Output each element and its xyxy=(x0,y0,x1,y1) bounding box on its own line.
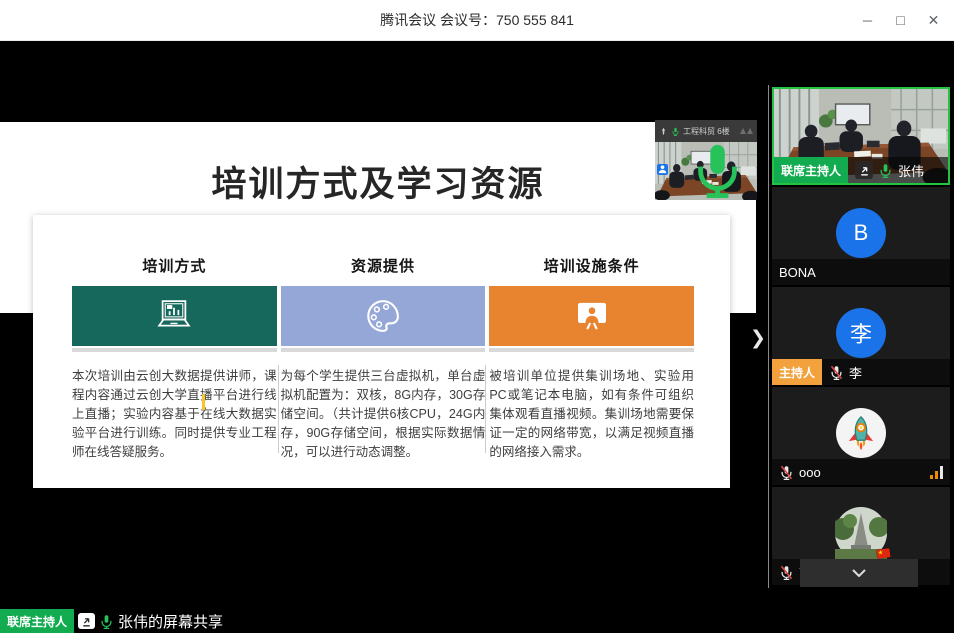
minimize-button[interactable]: ─ xyxy=(851,0,884,40)
participant-name: ooo xyxy=(799,465,821,480)
text-cursor xyxy=(202,394,205,410)
column-divider xyxy=(485,365,486,453)
participants-sidebar: 联席主持人 张伟 B BONA 李 xyxy=(772,87,950,587)
cohost-badge: 联席主持人 xyxy=(774,157,848,183)
slide-title: 培训方式及学习资源 xyxy=(0,156,756,207)
window-title: 腾讯会议 会议号：750 555 841 xyxy=(380,10,574,30)
column-underline xyxy=(281,348,486,352)
mic-muted-icon xyxy=(829,365,844,380)
slide-content-card: 培训方式 本次培训由云创大数据提供讲师，课程内容通过云创大学直播平台进行线上直播… xyxy=(33,215,730,488)
mic-on-icon xyxy=(671,127,680,136)
floating-video-badges: 张伟 xyxy=(657,142,757,198)
window-controls: ─ □ ✕ xyxy=(851,0,950,40)
column-text: 被培训单位提供集训场地、实验用PC或笔记本电脑，如有条件可组织集体观看直播视频。… xyxy=(489,367,694,462)
monitor-person-icon xyxy=(489,286,694,346)
floating-video-feed: 张伟 xyxy=(655,142,757,200)
palette-icon xyxy=(281,286,486,346)
screen-share-icon xyxy=(855,161,873,179)
column-header: 培训方式 xyxy=(72,255,277,275)
column-divider xyxy=(278,365,279,453)
column-header: 资源提供 xyxy=(281,255,486,275)
participant-tile[interactable]: ooo xyxy=(772,387,950,485)
participant-namebar: 联席主持人 张伟 xyxy=(774,157,948,183)
chevron-down-icon xyxy=(851,569,867,577)
column-text: 本次培训由云创大数据提供讲师，课程内容通过云创大学直播平台进行线上直播；实验内容… xyxy=(72,367,277,462)
avatar: 李 xyxy=(836,308,886,358)
sidebar-divider xyxy=(768,85,769,588)
rocket-icon xyxy=(843,415,879,451)
person-badge-icon xyxy=(657,164,668,175)
participant-name: 李 xyxy=(849,363,862,382)
collapse-sidebar-button[interactable] xyxy=(800,559,918,587)
share-status-label: 张伟的屏幕共享 xyxy=(118,611,223,632)
avatar: B xyxy=(836,208,886,258)
floating-video-header[interactable]: 工程科贸 6楼 xyxy=(655,120,757,142)
column-facility: 培训设施条件 被培训单位提供集训场地、实验用PC或笔记本电脑，如有条件可组织集体… xyxy=(489,255,694,462)
cohost-badge: 联席主持人 xyxy=(0,609,74,633)
participant-tile[interactable]: B BONA xyxy=(772,187,950,285)
maximize-button[interactable]: □ xyxy=(884,0,917,40)
participant-name: 张伟 xyxy=(898,161,924,180)
mic-muted-icon xyxy=(779,465,794,480)
next-slide-arrow-icon[interactable]: ❯ xyxy=(746,322,770,354)
window-titlebar: 腾讯会议 会议号：750 555 841 ─ □ ✕ xyxy=(0,0,954,41)
participant-namebar: 主持人 李 xyxy=(772,359,950,385)
column-text: 为每个学生提供三台虚拟机，单台虚拟机配置为：双核，8G内存，30G存储空间。（共… xyxy=(281,367,486,462)
avatar-rocket xyxy=(836,408,886,458)
column-header: 培训设施条件 xyxy=(489,255,694,275)
screen-share-icon xyxy=(78,613,95,629)
participant-tile[interactable]: 李 主持人 李 xyxy=(772,287,950,385)
column-underline xyxy=(489,348,694,352)
participant-namebar: BONA xyxy=(772,259,950,285)
participant-tile-video[interactable]: 联席主持人 张伟 xyxy=(772,87,950,185)
mic-on-icon xyxy=(878,163,893,178)
screen-share-indicator: 联席主持人 张伟的屏幕共享 xyxy=(0,609,227,633)
mic-on-icon xyxy=(99,614,114,629)
floating-video-window[interactable]: 工程科贸 6楼 张伟 xyxy=(655,120,757,200)
pin-icon xyxy=(659,127,668,136)
mic-on-icon xyxy=(670,142,757,198)
column-underline xyxy=(72,348,277,352)
china-flag-icon: ★ xyxy=(876,548,890,559)
laptop-chart-icon xyxy=(72,286,277,346)
participant-name: BONA xyxy=(779,265,816,280)
participant-namebar: ooo xyxy=(772,459,950,485)
network-signal-icon xyxy=(930,466,943,479)
close-button[interactable]: ✕ xyxy=(917,0,950,40)
expand-handle-icon[interactable] xyxy=(740,128,753,134)
column-resources: 资源提供 为每个学生提供三台虚拟机，单台虚拟机配置为：双核，8G内存，30G存储… xyxy=(281,255,486,462)
mic-muted-icon xyxy=(779,565,794,580)
host-badge: 主持人 xyxy=(772,359,822,385)
tencent-meeting-window: 腾讯会议 会议号：750 555 841 ─ □ ✕ 培训方式及学习资源 培训方… xyxy=(0,0,954,633)
avatar-photo: ★ xyxy=(835,507,887,559)
column-training-method: 培训方式 本次培训由云创大数据提供讲师，课程内容通过云创大学直播平台进行线上直播… xyxy=(72,255,277,462)
floating-video-title: 工程科贸 6楼 xyxy=(683,126,737,137)
